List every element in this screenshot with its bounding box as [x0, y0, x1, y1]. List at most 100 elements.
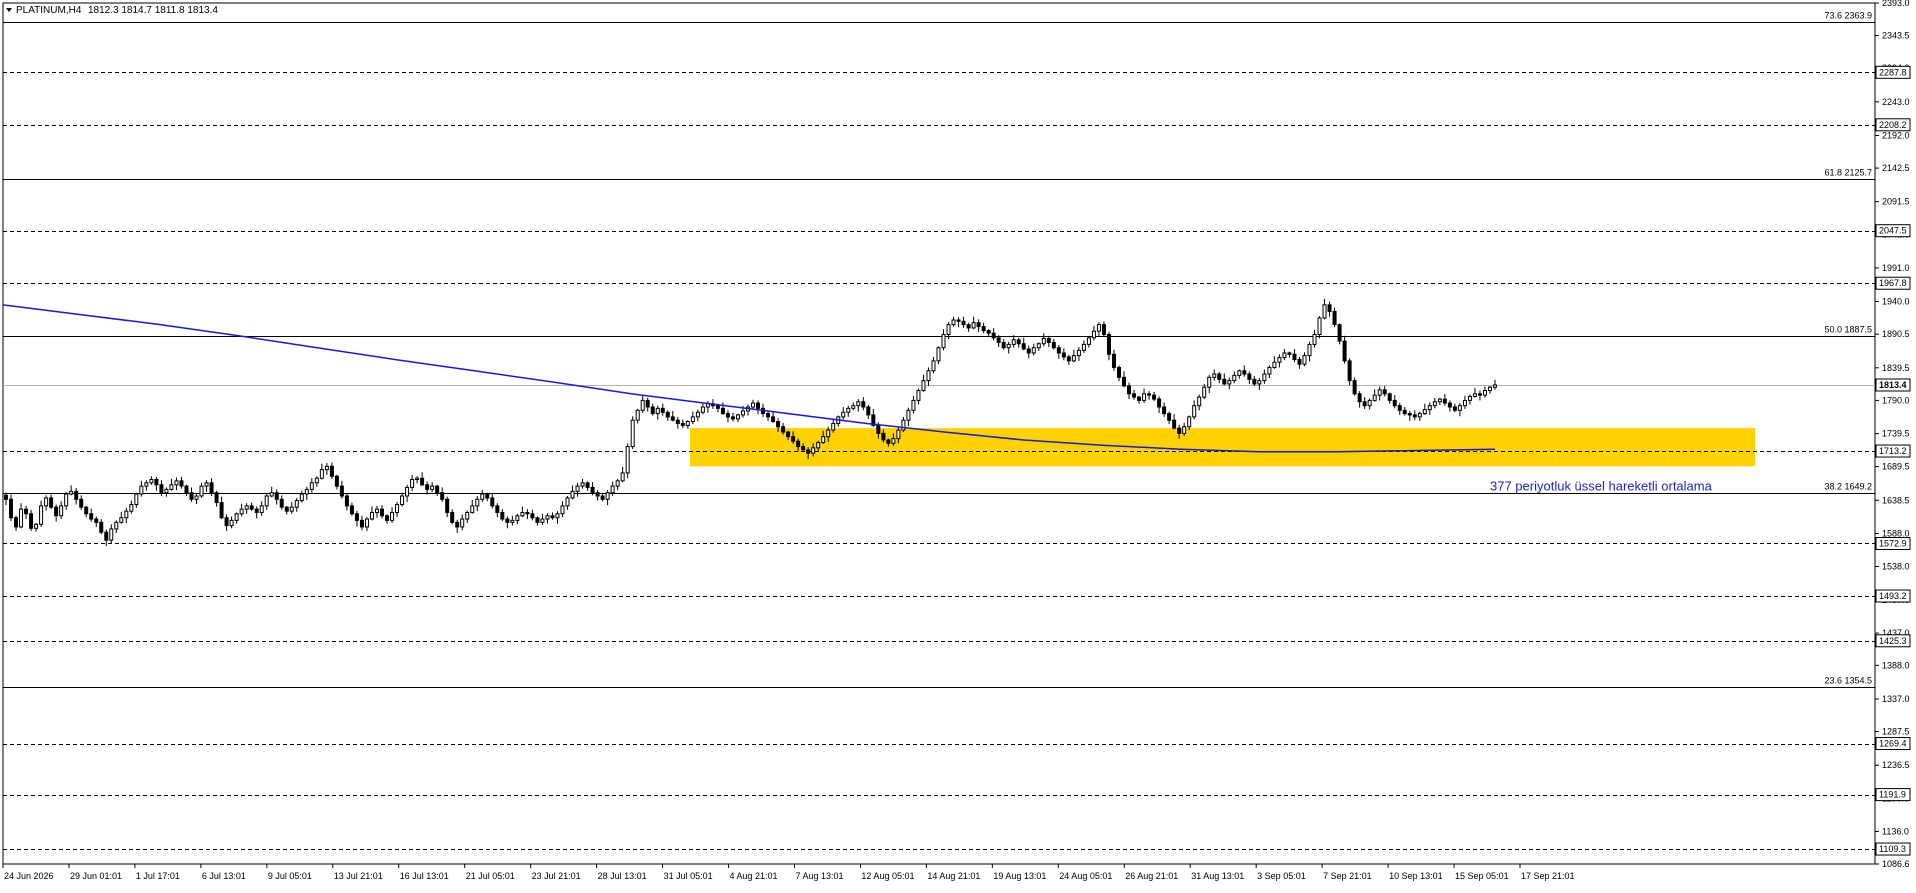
candle-bull	[44, 497, 49, 507]
candle-bull	[34, 523, 39, 529]
candle-bear	[1106, 334, 1111, 355]
candle-bear	[1147, 393, 1152, 396]
fib-level-label: 61.8 2125.7	[1824, 168, 1872, 178]
candle-bull	[635, 409, 640, 421]
level-price-label: 2047.5	[1879, 226, 1907, 236]
candle-bull	[480, 493, 485, 500]
candle-bear	[1292, 353, 1297, 361]
y-tick-label: 1337.0	[1882, 694, 1910, 704]
candle-bull	[395, 504, 400, 513]
candle-bear	[1152, 394, 1157, 400]
candle-bull	[901, 419, 906, 431]
candle-bull	[856, 401, 861, 407]
candle-bull	[1086, 337, 1091, 345]
candle-bull	[740, 410, 745, 416]
candle-bull	[700, 406, 705, 413]
candle-bull	[896, 429, 901, 440]
candle-bear	[49, 497, 54, 508]
candle-bear	[866, 406, 871, 416]
candle-bear	[1172, 419, 1177, 429]
candle-bull	[851, 405, 856, 409]
x-tick-label: 24 Aug 05:01	[1059, 871, 1112, 881]
candle-bull	[264, 495, 269, 507]
y-tick-label: 2243.0	[1882, 97, 1910, 107]
candle-bear	[730, 416, 735, 420]
candle-bear	[1137, 396, 1142, 401]
candle-bull	[695, 411, 700, 418]
candle-bear	[1477, 393, 1482, 396]
x-tick-label: 7 Aug 13:01	[795, 871, 843, 881]
candle-bull	[319, 469, 324, 479]
candle-bear	[1061, 352, 1066, 358]
candle-bull	[555, 513, 560, 519]
candle-bear	[425, 484, 430, 490]
candle-bull	[1091, 330, 1096, 339]
level-price-label: 1967.8	[1879, 278, 1907, 288]
candle-bull	[1437, 398, 1442, 403]
candle-bear	[530, 513, 535, 519]
candle-bull	[1096, 324, 1101, 332]
candle-bear	[189, 492, 194, 500]
y-tick-label: 2393.0	[1882, 0, 1910, 8]
candle-bull	[114, 521, 119, 530]
candle-bull	[816, 442, 821, 449]
candle-bull	[685, 421, 690, 426]
candle-bull	[916, 390, 921, 401]
candle-bull	[655, 407, 660, 415]
candle-bull	[1422, 409, 1427, 415]
candle-bull	[1197, 396, 1202, 407]
candle-bull	[615, 480, 620, 487]
candle-bear	[715, 405, 720, 409]
candle-bull	[309, 482, 314, 490]
candle-bear	[450, 511, 455, 523]
x-tick-label: 29 Jun 01:01	[70, 871, 122, 881]
candle-bull	[39, 505, 44, 525]
candle-bull	[620, 472, 625, 482]
chart-window[interactable]: 73.6 2363.9 61.8 2125.7 50.0 1887.5 38.2 16…	[0, 0, 1916, 888]
candle-bull	[19, 508, 24, 528]
candle-bull	[1417, 413, 1422, 418]
candle-bear	[1382, 389, 1387, 395]
y-tick-label: 1739.5	[1882, 429, 1910, 439]
candle-bear	[500, 511, 505, 520]
price-chart[interactable]: 73.6 2363.9 61.8 2125.7 50.0 1887.5 38.2 16…	[0, 0, 1916, 888]
candle-bull	[164, 488, 169, 494]
candle-bull	[169, 484, 174, 490]
candle-bull	[625, 446, 630, 474]
candle-bear	[84, 506, 89, 515]
candle-bear	[1452, 406, 1457, 411]
x-tick-label: 17 Sep 21:01	[1521, 871, 1575, 881]
candle-bear	[986, 330, 991, 334]
candle-bull	[199, 485, 204, 497]
candle-bull	[560, 505, 565, 515]
y-tick-label: 1790.0	[1882, 395, 1910, 405]
candle-bull	[144, 482, 149, 487]
level-price-label: 1269.4	[1879, 739, 1907, 749]
y-tick-label: 1388.0	[1882, 660, 1910, 670]
candle-bull	[470, 505, 475, 513]
candle-bear	[334, 475, 339, 487]
candle-bull	[119, 517, 124, 523]
candle-bear	[781, 426, 786, 433]
candle-bull	[831, 422, 836, 431]
level-price-label: 1425.3	[1879, 636, 1907, 646]
level-price-label: 1493.2	[1879, 591, 1907, 601]
candle-bull	[931, 360, 936, 372]
candle-bull	[1272, 361, 1277, 368]
candle-bull	[124, 510, 129, 519]
candle-bear	[344, 495, 349, 507]
candle-bear	[89, 513, 94, 520]
y-tick-label: 2343.5	[1882, 31, 1910, 41]
candle-bear	[660, 407, 665, 413]
candle-bull	[1467, 395, 1472, 401]
candle-bear	[1066, 356, 1071, 362]
candle-bear	[585, 482, 590, 488]
candle-bull	[229, 519, 234, 527]
y-tick-label: 1086.6	[1882, 859, 1910, 869]
candle-bull	[540, 518, 545, 523]
candle-bull	[244, 505, 249, 510]
candle-bear	[1337, 324, 1342, 342]
candle-bull	[1192, 405, 1197, 418]
x-tick-label: 24 Jun 2026	[4, 871, 54, 881]
candle-bear	[525, 511, 530, 515]
